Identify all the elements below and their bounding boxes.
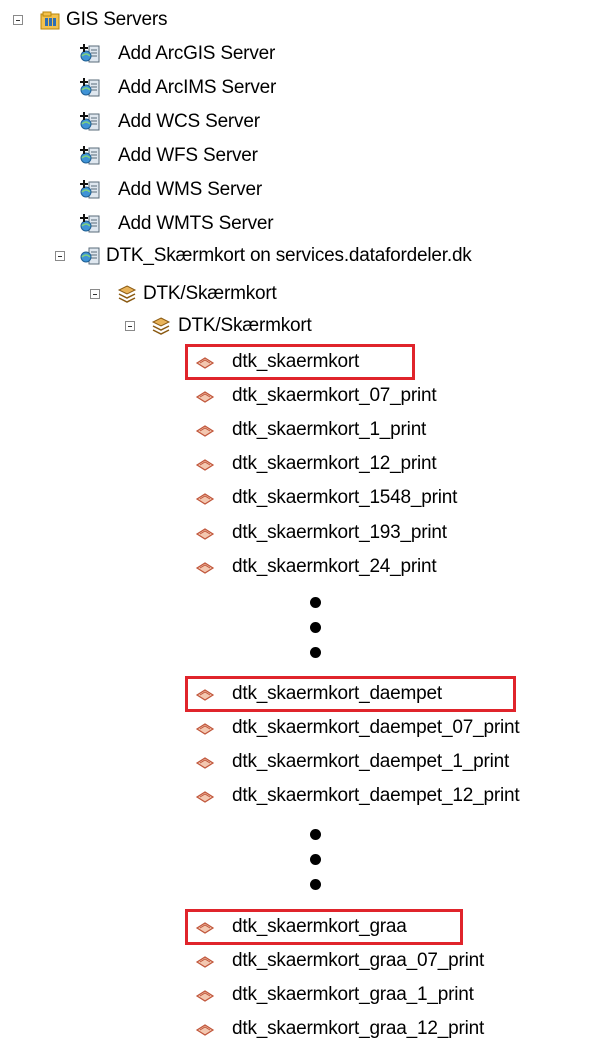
tree-node-group[interactable]: DTK/Skærmkort <box>0 311 400 341</box>
add-server-icon <box>80 112 100 131</box>
tree-node-layer[interactable]: dtk_skaermkort_daempet_07_print <box>0 713 598 743</box>
tree-node-label: dtk_skaermkort_07_print <box>232 385 437 406</box>
tree-node-add-server[interactable]: Add WMS Server <box>0 175 360 205</box>
tree-node-label: DTK_Skærmkort on services.datafordeler.d… <box>106 245 472 266</box>
tree-node-layer[interactable]: dtk_skaermkort_193_print <box>0 518 598 548</box>
tree-node-layer[interactable]: dtk_skaermkort_daempet_12_print <box>0 781 598 811</box>
map-layer-icon <box>195 357 215 369</box>
tree-node-layer[interactable]: dtk_skaermkort <box>0 347 598 377</box>
tree-node-add-server[interactable]: Add WFS Server <box>0 141 360 171</box>
map-layer-icon <box>195 425 215 437</box>
server-connection-icon <box>80 247 100 265</box>
tree-node-label: Add ArcIMS Server <box>118 77 277 98</box>
collapse-toggle-icon[interactable] <box>125 321 135 331</box>
tree-node-add-server[interactable]: Add WMTS Server <box>0 209 360 239</box>
tree-node-label: dtk_skaermkort_12_print <box>232 453 437 474</box>
add-server-icon <box>80 78 100 97</box>
tree-node-label: dtk_skaermkort_1548_print <box>232 487 458 508</box>
tree-node-layer[interactable]: dtk_skaermkort_07_print <box>0 381 598 411</box>
tree-node-label: dtk_skaermkort_24_print <box>232 556 437 577</box>
collapse-toggle-icon[interactable] <box>55 251 65 261</box>
map-layer-icon <box>195 757 215 769</box>
ellipsis-dot <box>310 854 321 865</box>
map-layer-icon <box>195 391 215 403</box>
map-layer-icon <box>195 528 215 540</box>
map-layer-icon <box>195 459 215 471</box>
tree-node-layer[interactable]: dtk_skaermkort_graa_07_print <box>0 946 598 976</box>
tree-node-label: Add WFS Server <box>118 145 258 166</box>
tree-node-layer[interactable]: dtk_skaermkort_graa_12_print <box>0 1014 598 1044</box>
tree-node-label: Add ArcGIS Server <box>118 43 276 64</box>
tree-node-label: dtk_skaermkort_daempet <box>232 683 442 704</box>
ellipsis-dot <box>310 622 321 633</box>
tree-node-label: GIS Servers <box>66 9 168 30</box>
tree-node-server-connection[interactable]: DTK_Skærmkort on services.datafordeler.d… <box>0 241 598 271</box>
map-layer-icon <box>195 723 215 735</box>
tree-node-label: dtk_skaermkort_daempet_1_print <box>232 751 510 772</box>
tree-node-layer[interactable]: dtk_skaermkort_12_print <box>0 449 598 479</box>
add-server-icon <box>80 214 100 233</box>
tree-node-service[interactable]: DTK/Skærmkort <box>0 279 400 309</box>
tree-node-label: Add WMS Server <box>118 179 262 200</box>
tree-node-label: dtk_skaermkort_graa <box>232 916 407 937</box>
ellipsis-dot <box>310 597 321 608</box>
tree-node-label: dtk_skaermkort_193_print <box>232 522 447 543</box>
map-layer-icon <box>195 956 215 968</box>
map-layer-icon <box>195 562 215 574</box>
layer-stack-icon <box>117 285 137 303</box>
tree-node-add-server[interactable]: Add ArcIMS Server <box>0 73 360 103</box>
ellipsis-dot <box>310 829 321 840</box>
tree-node-layer[interactable]: dtk_skaermkort_graa_1_print <box>0 980 598 1010</box>
ellipsis-dot <box>310 879 321 890</box>
layer-stack-icon <box>151 317 171 335</box>
tree-node-layer[interactable]: dtk_skaermkort_daempet <box>0 679 598 709</box>
tree-node-label: DTK/Skærmkort <box>143 283 277 304</box>
tree-node-label: dtk_skaermkort_daempet_07_print <box>232 717 520 738</box>
tree-node-label: Add WCS Server <box>118 111 260 132</box>
tree-node-add-server[interactable]: Add ArcGIS Server <box>0 39 360 69</box>
tree-node-gis-servers[interactable]: GIS Servers <box>0 5 300 35</box>
tree-node-label: DTK/Skærmkort <box>178 315 312 336</box>
tree-node-label: dtk_skaermkort_daempet_12_print <box>232 785 520 806</box>
tree-node-label: dtk_skaermkort_graa_12_print <box>232 1018 485 1039</box>
map-layer-icon <box>195 689 215 701</box>
map-layer-icon <box>195 493 215 505</box>
tree-node-label: dtk_skaermkort_1_print <box>232 419 427 440</box>
tree-node-layer[interactable]: dtk_skaermkort_1548_print <box>0 483 598 513</box>
tree-node-label: dtk_skaermkort <box>232 351 360 372</box>
tree-node-layer[interactable]: dtk_skaermkort_24_print <box>0 552 598 582</box>
map-layer-icon <box>195 922 215 934</box>
tree-node-layer[interactable]: dtk_skaermkort_1_print <box>0 415 598 445</box>
tree-node-label: Add WMTS Server <box>118 213 274 234</box>
tree-node-layer[interactable]: dtk_skaermkort_graa <box>0 912 598 942</box>
add-server-icon <box>80 146 100 165</box>
add-server-icon <box>80 180 100 199</box>
tree-node-add-server[interactable]: Add WCS Server <box>0 107 360 137</box>
add-server-icon <box>80 44 100 63</box>
map-layer-icon <box>195 791 215 803</box>
ellipsis-dot <box>310 647 321 658</box>
tree-node-label: dtk_skaermkort_graa_07_print <box>232 950 485 971</box>
map-layer-icon <box>195 1024 215 1036</box>
server-folder-icon <box>40 11 60 30</box>
collapse-toggle-icon[interactable] <box>90 289 100 299</box>
tree-node-label: dtk_skaermkort_graa_1_print <box>232 984 474 1005</box>
collapse-toggle-icon[interactable] <box>13 15 23 25</box>
tree-node-layer[interactable]: dtk_skaermkort_daempet_1_print <box>0 747 598 777</box>
map-layer-icon <box>195 990 215 1002</box>
